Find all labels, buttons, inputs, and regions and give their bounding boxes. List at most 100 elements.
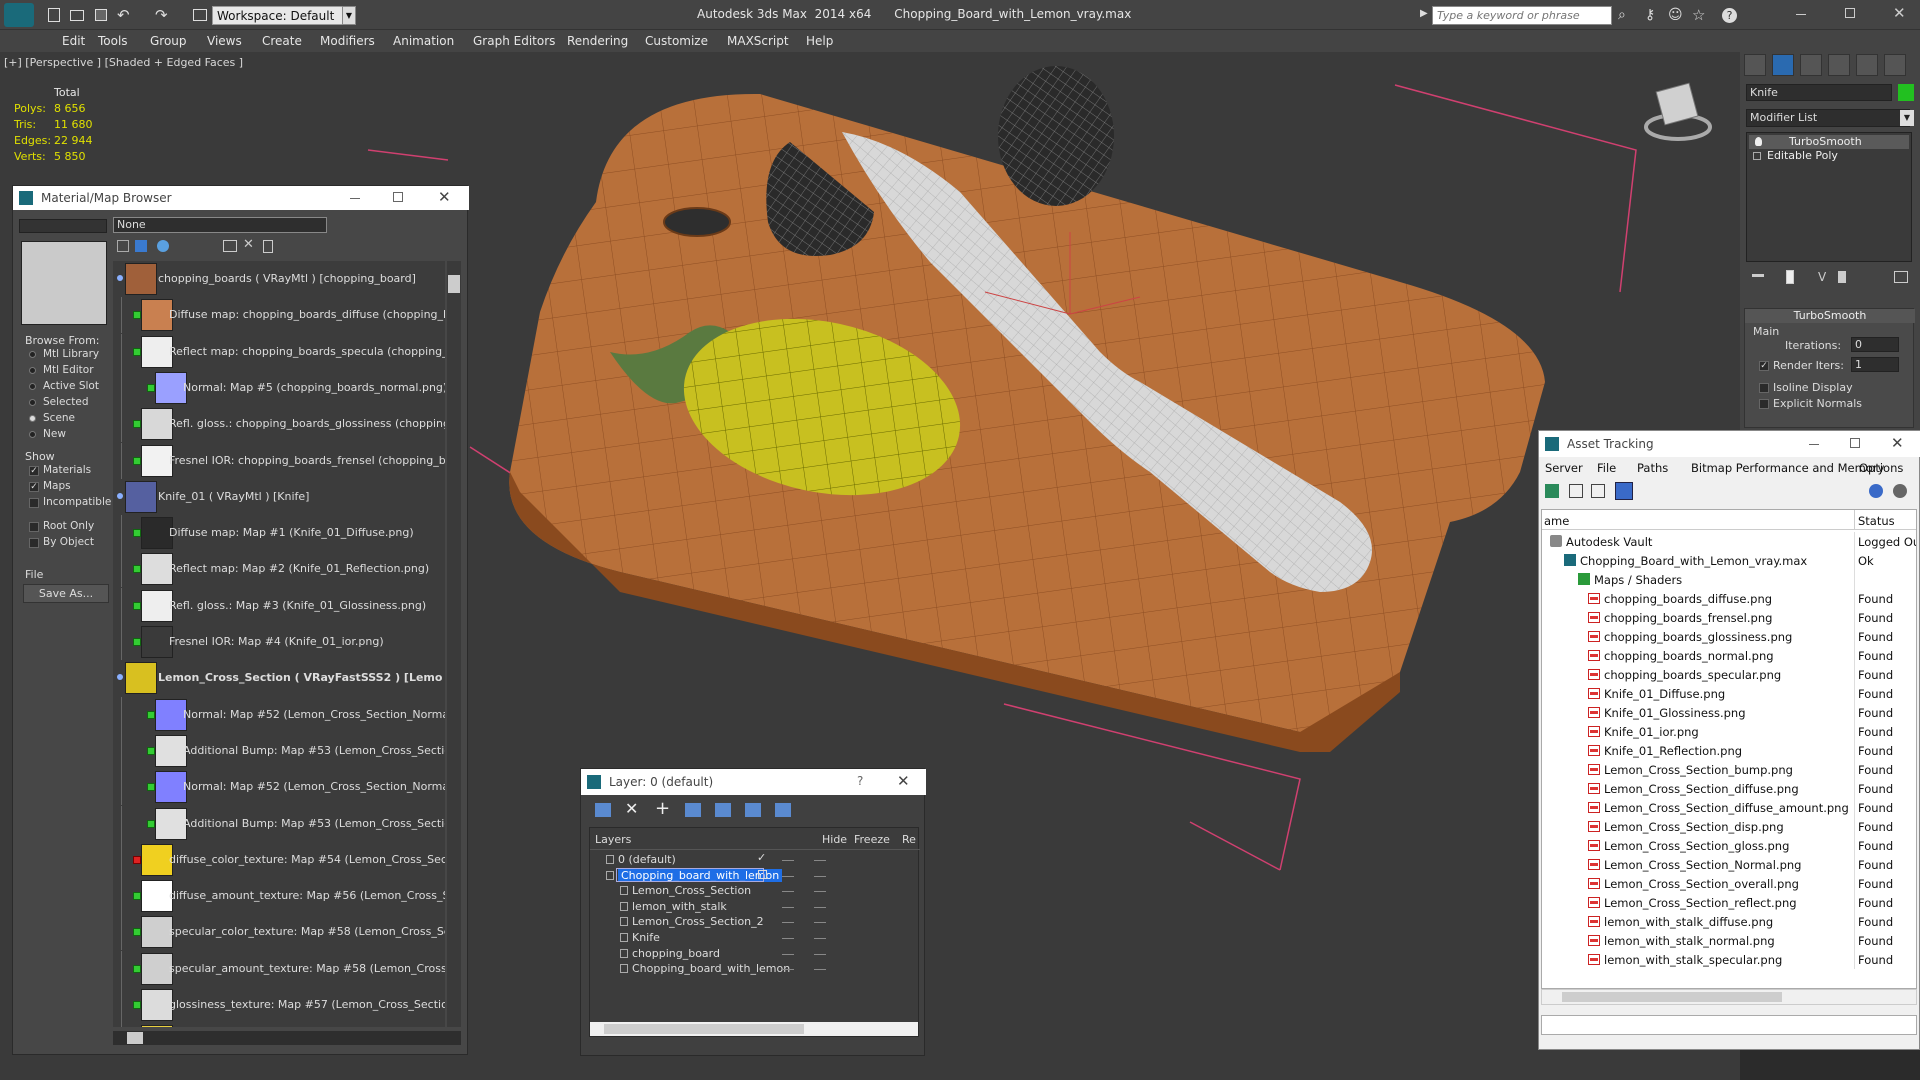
menu-graph-editors[interactable]: Graph Editors xyxy=(473,34,555,48)
asset-help-icon[interactable] xyxy=(1869,484,1883,498)
freeze-dash[interactable] xyxy=(814,906,826,908)
menu-tools[interactable]: Tools xyxy=(98,34,128,48)
hide-dash[interactable] xyxy=(782,953,794,955)
material-list-scrollbar[interactable] xyxy=(447,261,461,1027)
layer-close-icon[interactable]: ✕ xyxy=(897,772,910,790)
freeze-dash[interactable] xyxy=(814,953,826,955)
menu-maxscript[interactable]: MAXScript xyxy=(727,34,789,48)
table-view-icon[interactable] xyxy=(1615,482,1633,500)
layer-help-icon[interactable]: ? xyxy=(857,774,863,788)
browser-maximize-icon[interactable] xyxy=(393,192,403,202)
layer-col-freeze[interactable]: Freeze xyxy=(854,833,890,846)
browser-filter-input[interactable] xyxy=(19,219,107,233)
open-file-icon[interactable] xyxy=(70,10,84,21)
menu-help[interactable]: Help xyxy=(806,34,833,48)
undo-icon[interactable]: ↶ xyxy=(117,6,130,24)
workspace-dropdown[interactable]: Workspace: Default xyxy=(212,6,352,25)
asset-row[interactable]: Lemon_Cross_Section_bump.png Found xyxy=(1542,760,1916,779)
document-icon[interactable] xyxy=(263,240,273,253)
asset-row[interactable]: chopping_boards_normal.png Found xyxy=(1542,646,1916,665)
freeze-dash[interactable] xyxy=(814,891,826,893)
app-logo-icon[interactable] xyxy=(4,3,34,27)
incompatible-checkbox[interactable] xyxy=(29,498,39,508)
asset-path-field[interactable] xyxy=(1541,1015,1917,1035)
menu-group[interactable]: Group xyxy=(150,34,187,48)
layer-h-scrollbar[interactable] xyxy=(590,1022,918,1036)
material-list-item[interactable]: Reflect map: Map #2 (Knife_01_Reflection… xyxy=(113,551,445,588)
freeze-dash[interactable] xyxy=(814,860,826,861)
material-list-item[interactable]: Reflect map: chopping_boards_specula (ch… xyxy=(113,333,445,370)
refresh-icon[interactable] xyxy=(1545,484,1559,498)
explicit-normals-checkbox[interactable] xyxy=(1759,399,1769,409)
display-tab-icon[interactable] xyxy=(1856,54,1878,76)
rollout-header[interactable]: TurboSmooth xyxy=(1745,309,1915,323)
material-list-item[interactable]: Fresnel IOR: Map #4 (Knife_01_ior.png) xyxy=(113,624,445,660)
show-end-result-icon[interactable] xyxy=(1786,270,1794,284)
new-file-icon[interactable] xyxy=(48,8,60,22)
make-unique-icon[interactable]: V xyxy=(1818,270,1826,284)
asset-row[interactable]: Knife_01_Reflection.png Found xyxy=(1542,741,1916,760)
list-icon[interactable] xyxy=(1569,484,1583,498)
material-list-item[interactable]: Additional Bump: Map #53 (Lemon_Cross_Se… xyxy=(113,732,445,769)
options-icon[interactable] xyxy=(223,240,237,252)
hide-dash[interactable] xyxy=(782,891,794,893)
expand-dot-icon[interactable] xyxy=(117,492,123,499)
lightbulb-icon[interactable] xyxy=(1755,137,1762,146)
material-list-item[interactable]: Diffuse map: chopping_boards_diffuse (ch… xyxy=(113,297,445,334)
object-name-field[interactable]: Knife xyxy=(1746,84,1892,101)
menu-create[interactable]: Create xyxy=(262,34,302,48)
asset-row[interactable]: Autodesk Vault Logged Ou xyxy=(1542,532,1916,551)
material-list-item[interactable]: diffuse_amount_texture: Map #56 (Lemon_C… xyxy=(113,878,445,915)
render-iters-checkbox[interactable]: ✓ xyxy=(1759,361,1769,371)
menu-edit[interactable]: Edit xyxy=(62,34,85,48)
browse-radio-selected[interactable] xyxy=(29,399,36,406)
material-list-item[interactable]: Normal: Map #5 (chopping_boards_normal.p… xyxy=(113,369,445,406)
current-layer-checkbox[interactable] xyxy=(758,869,767,879)
asset-row[interactable]: chopping_boards_diffuse.png Found xyxy=(1542,589,1916,608)
asset-minimize-icon[interactable] xyxy=(1809,444,1819,445)
motion-tab-icon[interactable] xyxy=(1828,54,1850,76)
delete-icon[interactable]: ✕ xyxy=(243,237,254,252)
materials-checkbox[interactable]: ✓ xyxy=(29,466,39,476)
layer-col-layers[interactable]: Layers xyxy=(595,833,631,846)
layer-select-icon[interactable] xyxy=(685,803,701,817)
layer-delete-icon[interactable]: ✕ xyxy=(625,799,638,818)
asset-row[interactable]: Lemon_Cross_Section_overall.png Found xyxy=(1542,874,1916,893)
viewport-label[interactable]: [+] [Perspective ] [Shaded + Edged Faces… xyxy=(4,56,243,69)
configure-sets-icon[interactable] xyxy=(1894,271,1908,283)
freeze-dash[interactable] xyxy=(814,922,826,924)
menu-animation[interactable]: Animation xyxy=(393,34,454,48)
browser-minimize-icon[interactable] xyxy=(350,198,360,199)
layer-freeze-icon[interactable] xyxy=(775,803,791,817)
material-list-item[interactable]: specular_amount_texture: Map #58 (Lemon_… xyxy=(113,950,445,987)
material-list-item[interactable]: Normal: Map #52 (Lemon_Cross_Section_Nor… xyxy=(113,696,445,733)
material-list-item[interactable]: chopping_boards ( VRayMtl ) [chopping_bo… xyxy=(113,261,445,297)
hide-dash[interactable] xyxy=(782,875,794,877)
browse-radio-mtl-editor[interactable] xyxy=(29,367,36,374)
material-list-item[interactable]: overall_color_texture: Map #55 (Lemon_Cr… xyxy=(113,1023,445,1027)
hide-dash[interactable] xyxy=(782,906,794,908)
layer-highlight-icon[interactable] xyxy=(715,803,731,817)
key-icon[interactable]: ⚷ xyxy=(1645,7,1655,23)
asset-row[interactable]: Lemon_Cross_Section_disp.png Found xyxy=(1542,817,1916,836)
list-view-icon[interactable] xyxy=(117,240,129,252)
browse-radio-scene[interactable] xyxy=(29,415,36,422)
layer-col-hide[interactable]: Hide xyxy=(822,833,847,846)
create-tab-icon[interactable] xyxy=(1744,54,1766,76)
utilities-tab-icon[interactable] xyxy=(1884,54,1906,76)
asset-row[interactable]: Maps / Shaders xyxy=(1542,570,1916,589)
material-list-item[interactable]: diffuse_color_texture: Map #54 (Lemon_Cr… xyxy=(113,841,445,878)
freeze-dash[interactable] xyxy=(814,875,826,877)
layer-add-icon[interactable]: + xyxy=(655,798,670,819)
asset-menu-options[interactable]: Options xyxy=(1859,461,1903,475)
material-list-item[interactable]: Normal: Map #52 (Lemon_Cross_Section_Nor… xyxy=(113,769,445,806)
iterations-spinner[interactable]: 0 xyxy=(1851,337,1899,352)
browse-radio-active-slot[interactable] xyxy=(29,383,36,390)
root-only-checkbox[interactable] xyxy=(29,522,39,532)
hide-dash[interactable] xyxy=(782,969,794,971)
render-iters-spinner[interactable]: 1 xyxy=(1851,357,1899,372)
hierarchy-tab-icon[interactable] xyxy=(1800,54,1822,76)
asset-h-scrollbar[interactable] xyxy=(1541,989,1917,1005)
pin-stack-icon[interactable] xyxy=(1752,274,1764,277)
close-window-icon[interactable]: ✕ xyxy=(1893,4,1906,22)
